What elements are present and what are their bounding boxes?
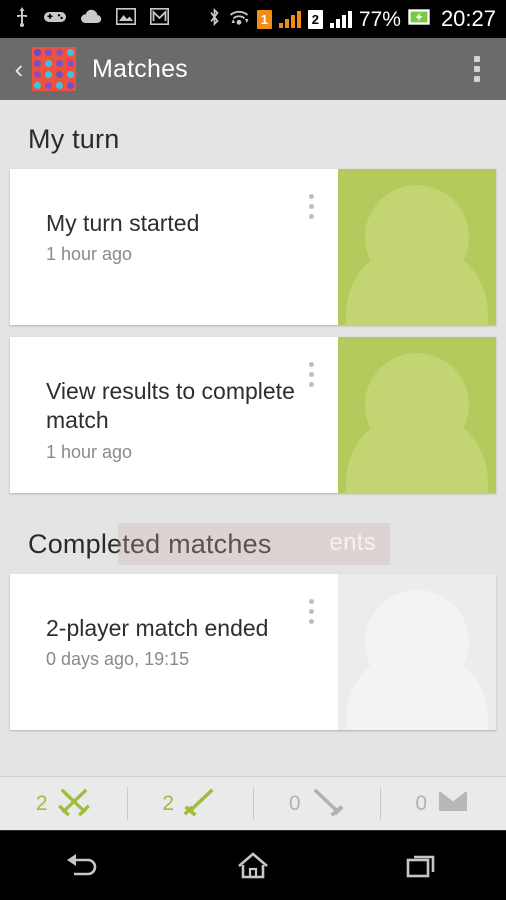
bluetooth-icon xyxy=(208,7,221,32)
sword-up-icon xyxy=(183,786,217,821)
page-title: Matches xyxy=(92,54,188,83)
cloud-upload-icon xyxy=(80,9,102,30)
match-card-timestamp: 1 hour ago xyxy=(46,244,133,265)
app-bar: ‹ Matches xyxy=(0,38,506,100)
gamepad-icon xyxy=(44,9,66,30)
status-bar-left-icons xyxy=(14,6,169,32)
matches-list[interactable]: My turn My turn started 1 hour ago View … xyxy=(0,100,506,776)
battery-percent: 77% xyxy=(358,7,401,31)
battery-charging-icon xyxy=(408,8,430,30)
crossed-swords-icon xyxy=(57,786,91,821)
tab-active-matches[interactable]: 2 xyxy=(0,777,127,830)
app-grid-dots-icon[interactable] xyxy=(32,47,76,91)
section-heading-my-turn: My turn xyxy=(28,124,120,154)
app-icon-dot xyxy=(67,60,74,67)
home-icon[interactable] xyxy=(210,840,296,892)
match-card[interactable]: 2-player match ended 0 days ago, 19:15 xyxy=(10,574,496,730)
app-icon-dot xyxy=(67,49,74,56)
match-card-timestamp: 1 hour ago xyxy=(46,441,133,462)
status-bar-clock: 20:27 xyxy=(440,6,496,31)
envelope-icon xyxy=(436,788,470,819)
sim1-signal-icon xyxy=(278,10,301,28)
tab-count: 2 xyxy=(35,791,48,815)
up-navigation-icon[interactable]: ‹ xyxy=(8,56,30,82)
match-card-title: My turn started xyxy=(46,210,200,236)
sim1-badge: 1 xyxy=(256,9,272,29)
card-overflow-icon[interactable] xyxy=(298,189,324,223)
match-card-title: 2-player match ended xyxy=(46,615,269,641)
tab-completed[interactable]: 0 xyxy=(253,777,380,830)
gmail-icon xyxy=(150,8,169,30)
app-icon-dot xyxy=(56,71,63,78)
bottom-tab-bar: 2 2 0 0 xyxy=(0,776,506,830)
back-icon[interactable] xyxy=(41,840,127,892)
tab-count: 2 xyxy=(162,791,175,815)
app-icon-dot xyxy=(34,49,41,56)
person-placeholder-body-icon xyxy=(346,411,488,493)
sword-down-icon xyxy=(310,786,344,821)
card-overflow-icon[interactable] xyxy=(298,594,324,628)
app-icon-dot xyxy=(67,71,74,78)
match-card-body: 2-player match ended 0 days ago, 19:15 xyxy=(10,574,338,730)
match-card-timestamp: 0 days ago, 19:15 xyxy=(46,649,190,670)
app-icon-dot xyxy=(56,60,63,67)
sim2-badge: 2 xyxy=(307,9,323,29)
match-card-title: View results to complete match xyxy=(46,378,295,434)
section-heading-completed-matches: Completed matches xyxy=(28,529,272,559)
wifi-icon xyxy=(228,8,250,31)
app-icon-dot xyxy=(34,60,41,67)
app-icon-dot xyxy=(45,60,52,67)
match-card-body: My turn started 1 hour ago xyxy=(10,169,338,325)
avatar xyxy=(338,169,496,325)
match-card[interactable]: View results to complete match 1 hour ag… xyxy=(10,337,496,493)
card-overflow-icon[interactable] xyxy=(298,357,324,391)
completed-section: ents Completed matches xyxy=(0,505,506,574)
app-icon-dot xyxy=(34,82,41,89)
match-card-body: View results to complete match 1 hour ag… xyxy=(10,337,338,493)
usb-icon xyxy=(14,6,30,32)
app-icon-dot xyxy=(45,82,52,89)
avatar xyxy=(338,574,496,730)
tab-count: 0 xyxy=(415,791,428,815)
app-icon-dot xyxy=(67,82,74,89)
image-icon xyxy=(116,8,136,30)
app-icon-dot xyxy=(56,82,63,89)
app-icon-dot xyxy=(45,71,52,78)
tab-count: 0 xyxy=(288,791,301,815)
recents-icon[interactable] xyxy=(379,840,465,892)
status-bar: 1 2 77% 20:27 xyxy=(0,0,506,38)
tab-their-turn[interactable]: 2 xyxy=(126,777,254,830)
person-placeholder-body-icon xyxy=(346,243,488,325)
tab-invitations[interactable]: 0 xyxy=(379,777,506,830)
match-card[interactable]: My turn started 1 hour ago xyxy=(10,169,496,325)
phone-screen: 1 2 77% 20:27 ‹ Matches My turn My turn … xyxy=(0,0,506,900)
app-icon-dot xyxy=(34,71,41,78)
overflow-menu-icon[interactable] xyxy=(462,38,492,100)
app-icon-dot xyxy=(45,49,52,56)
sim2-signal-icon xyxy=(329,10,352,28)
status-bar-right-icons: 1 2 77% 20:27 xyxy=(208,0,496,38)
avatar xyxy=(338,337,496,493)
android-navigation-bar xyxy=(0,830,506,900)
person-placeholder-body-icon xyxy=(346,648,488,730)
app-icon-dot xyxy=(56,49,63,56)
